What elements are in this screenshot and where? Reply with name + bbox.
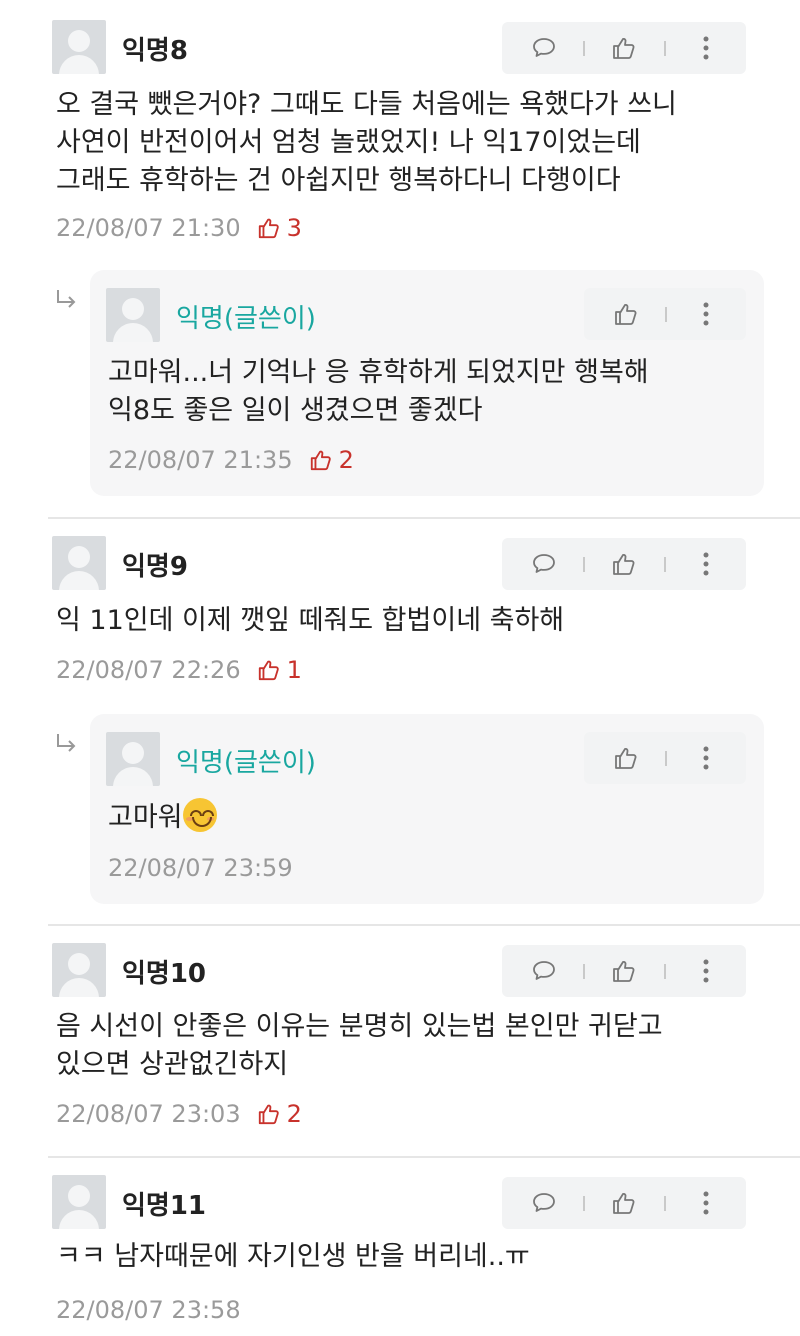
reply-author-name[interactable]: 익명(글쓴이) <box>176 298 316 335</box>
reply-button[interactable] <box>516 945 572 997</box>
comment-divider <box>48 924 800 926</box>
speech-bubble-icon <box>533 554 555 573</box>
like-count-value: 1 <box>286 656 302 684</box>
reply-text: 고마워 <box>108 802 183 833</box>
comment-divider <box>48 1156 800 1158</box>
avatar[interactable] <box>106 288 160 342</box>
thumbs-up-icon <box>613 1192 635 1214</box>
more-vertical-icon <box>703 1191 709 1215</box>
comment-text-line: 사연이 반전이어서 엄청 놀랬었지! 나 익17이었는데 <box>56 127 641 158</box>
reply-button[interactable] <box>516 1177 572 1229</box>
reply-action-bar <box>584 288 746 340</box>
reply-box: 익명(글쓴이) 고마워...너 기억나 응 휴학하게 되었지만 행복해 익8도 … <box>90 270 764 496</box>
avatar[interactable] <box>52 1175 106 1229</box>
reply-text-line: 고마워 <box>108 798 217 837</box>
speech-bubble-icon <box>533 38 555 57</box>
comment-text-line: 음 시선이 안좋은 이유는 분명히 있는법 본인만 귀닫고 <box>56 1011 663 1042</box>
reply-box: 익명(글쓴이) 고마워 22/08/07 23:59 <box>90 714 764 904</box>
thumbs-up-icon <box>615 303 637 325</box>
reply-author-name[interactable]: 익명(글쓴이) <box>176 742 316 779</box>
like-count[interactable]: 3 <box>257 214 302 242</box>
thumbs-up-icon <box>613 553 635 575</box>
like-button[interactable] <box>596 538 652 590</box>
thumbs-up-icon <box>258 1104 279 1125</box>
thumbs-up-icon <box>310 450 331 471</box>
reply-button[interactable] <box>516 538 572 590</box>
comment-text-line: 있으면 상관없긴하지 <box>56 1049 289 1080</box>
more-vertical-icon <box>703 302 709 326</box>
speech-bubble-icon <box>533 1193 555 1212</box>
comment-date: 22/08/07 22:26 <box>56 656 241 684</box>
reply-date: 22/08/07 23:59 <box>108 854 293 882</box>
more-vertical-icon <box>703 552 709 576</box>
like-button[interactable] <box>596 945 652 997</box>
more-options-button[interactable] <box>678 1177 734 1229</box>
comment-action-bar <box>502 538 746 590</box>
thumbs-up-icon <box>258 660 279 681</box>
thumbs-up-icon <box>258 218 279 239</box>
comment-text-line: 익 11인데 이제 깻잎 떼줘도 합법이네 축하해 <box>56 605 565 636</box>
reply-text-line: 익8도 좋은 일이 생겼으면 좋겠다 <box>108 395 483 426</box>
like-button[interactable] <box>598 288 654 340</box>
reply-meta: 22/08/07 23:59 <box>108 854 293 882</box>
like-button[interactable] <box>598 732 654 784</box>
smiling-face-icon <box>182 798 217 832</box>
like-count-value: 2 <box>286 1100 302 1128</box>
more-options-button[interactable] <box>678 22 734 74</box>
more-vertical-icon <box>703 36 709 60</box>
like-button[interactable] <box>596 1177 652 1229</box>
comment-action-bar <box>502 22 746 74</box>
reply-text-line: 고마워...너 기억나 응 휴학하게 되었지만 행복해 <box>108 357 649 388</box>
comment-author-name[interactable]: 익명11 <box>122 1185 206 1222</box>
reply-button[interactable] <box>516 22 572 74</box>
like-count-value: 3 <box>286 214 302 242</box>
more-vertical-icon <box>703 746 709 770</box>
comment-divider <box>48 517 800 519</box>
more-options-button[interactable] <box>678 732 734 784</box>
avatar[interactable] <box>52 943 106 997</box>
comment-meta: 22/08/07 23:58 <box>56 1296 241 1324</box>
comment-author-name[interactable]: 익명10 <box>122 953 206 990</box>
comment-text-line: 오 결국 뺐은거야? 그때도 다들 처음에는 욕했다가 쓰니 <box>56 89 677 120</box>
more-vertical-icon <box>703 959 709 983</box>
comment-text-line: 그래도 휴학하는 건 아쉽지만 행복하다니 다행이다 <box>56 165 621 196</box>
comment-meta: 22/08/07 22:26 1 <box>56 656 302 684</box>
like-button[interactable] <box>596 22 652 74</box>
avatar[interactable] <box>52 20 106 74</box>
comment-text-line: ㅋㅋ 남자때문에 자기인생 반을 버리네..ㅠ <box>56 1241 530 1272</box>
comment-date: 22/08/07 23:03 <box>56 1100 241 1128</box>
reply-date: 22/08/07 21:35 <box>108 446 293 474</box>
reply-arrow-icon <box>57 734 76 752</box>
reply-meta: 22/08/07 21:35 2 <box>108 446 354 474</box>
speech-bubble-icon <box>533 961 555 980</box>
like-count-value: 2 <box>338 446 354 474</box>
like-count[interactable]: 1 <box>257 656 302 684</box>
like-count[interactable]: 2 <box>257 1100 302 1128</box>
comment-author-name[interactable]: 익명8 <box>122 30 188 67</box>
more-options-button[interactable] <box>678 538 734 590</box>
thumbs-up-icon <box>613 960 635 982</box>
avatar[interactable] <box>106 732 160 786</box>
thumbs-up-icon <box>613 37 635 59</box>
comment-meta: 22/08/07 21:30 3 <box>56 214 302 242</box>
comment-action-bar <box>502 1177 746 1229</box>
comment-date: 22/08/07 21:30 <box>56 214 241 242</box>
comment-date: 22/08/07 23:58 <box>56 1296 241 1324</box>
avatar[interactable] <box>52 536 106 590</box>
thumbs-up-icon <box>615 747 637 769</box>
like-count[interactable]: 2 <box>309 446 354 474</box>
comment-action-bar <box>502 945 746 997</box>
comment-author-name[interactable]: 익명9 <box>122 546 188 583</box>
more-options-button[interactable] <box>678 288 734 340</box>
reply-arrow-icon <box>57 290 76 308</box>
more-options-button[interactable] <box>678 945 734 997</box>
reply-action-bar <box>584 732 746 784</box>
comment-meta: 22/08/07 23:03 2 <box>56 1100 302 1128</box>
